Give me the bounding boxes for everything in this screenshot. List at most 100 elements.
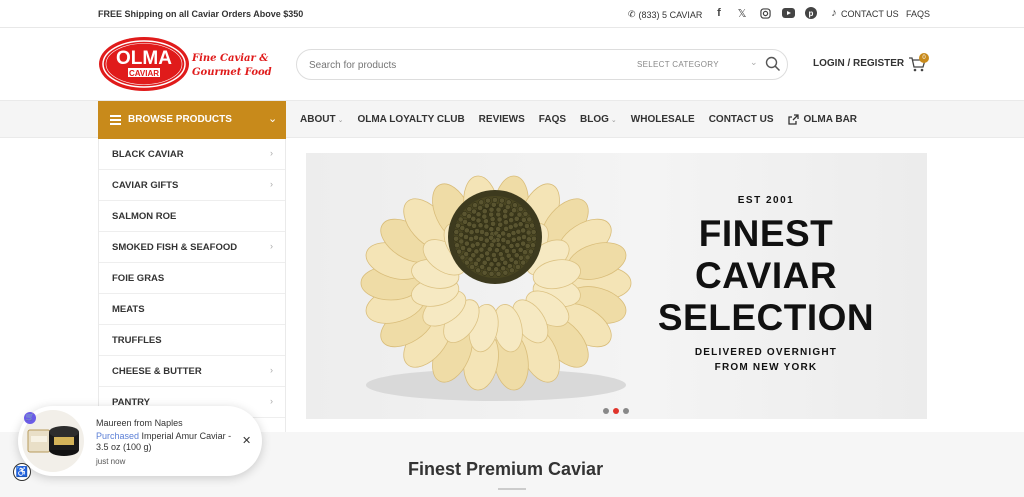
nav-olma-bar-label: OLMA BAR (803, 114, 858, 125)
shipping-notice: FREE Shipping on all Caviar Orders Above… (98, 9, 304, 19)
facebook-icon[interactable]: f (712, 6, 726, 20)
popup-from: from (134, 418, 153, 428)
search-input[interactable] (309, 56, 609, 74)
chevron-right-icon: › (270, 179, 273, 189)
sidebar-item-smoked-fish[interactable]: SMOKED FISH & SEAFOOD › (99, 232, 285, 263)
chevron-down-icon: ⌄ (610, 116, 617, 124)
hero-line-1: FINEST (698, 213, 834, 254)
popup-city: Naples (154, 418, 183, 428)
popup-customer: Maureen (96, 418, 132, 428)
nav-contact-us[interactable]: CONTACT US (709, 114, 774, 125)
site-header: OLMA CAVIAR Fine Caviar & Gourmet Food S… (0, 28, 1024, 100)
hero-sub-1: DELIVERED OVERNIGHT (694, 347, 838, 358)
login-register-link[interactable]: LOGIN / REGISTER (813, 58, 904, 69)
chevron-right-icon: › (270, 365, 273, 375)
section-title: Finest Premium Caviar (408, 459, 604, 479)
sidebar-item-caviar-gifts[interactable]: CAVIAR GIFTS › (99, 170, 285, 201)
pinterest-icon[interactable]: p (804, 6, 818, 20)
close-icon[interactable]: ✕ (242, 434, 251, 447)
accessibility-icon[interactable]: ♿ (13, 463, 31, 481)
recent-purchase-popup[interactable]: 🛒 Maureen from Naples Purchased Imperial… (18, 406, 262, 476)
phone-link[interactable]: ✆ (833) 5 CAVIAR (628, 9, 702, 20)
cart-button[interactable]: 0 (908, 53, 929, 74)
nav-reviews[interactable]: REVIEWS (479, 114, 525, 125)
nav-about[interactable]: ABOUT ⌄ (300, 114, 343, 125)
nav-about-label: ABOUT (300, 114, 336, 125)
hero-sub-2: FROM NEW YORK (714, 362, 818, 373)
olma-logo[interactable]: OLMA CAVIAR (98, 36, 190, 92)
main-nav: BROWSE PRODUCTS ⌄ ABOUT ⌄ OLMA LOYALTY CL… (0, 100, 1024, 139)
popup-customer-line: Maureen from Naples (96, 418, 183, 428)
sidebar-item-foie-gras[interactable]: FOIE GRAS (99, 263, 285, 294)
nav-contact-label: CONTACT US (708, 114, 774, 125)
sidebar-item-black-caviar[interactable]: BLACK CAVIAR › (99, 139, 285, 170)
hero-banner[interactable]: EST 2001 FINEST CAVIAR SELECTION DELIVER… (306, 153, 927, 419)
cart-count-badge: 0 (919, 53, 929, 63)
hero-text: EST 2001 FINEST CAVIAR SELECTION DELIVER… (646, 153, 886, 419)
hero-line-3: SELECTION (657, 297, 875, 338)
chevron-right-icon: › (270, 396, 273, 406)
top-contact-link[interactable]: CONTACT US (841, 9, 899, 19)
social-links: f 𝕏 p ♪ (712, 6, 841, 20)
sidebar-item-label: TRUFFLES (112, 335, 162, 346)
svg-text:p: p (809, 9, 814, 18)
slider-dot[interactable] (613, 408, 619, 414)
logo-subtext: CAVIAR (129, 69, 159, 78)
search-bar: SELECT CATEGORY ⌄ (296, 49, 788, 80)
sidebar-item-label: SMOKED FISH & SEAFOOD (112, 242, 238, 253)
sidebar-item-label: SALMON ROE (112, 211, 177, 222)
nav-olma-bar[interactable]: OLMA BAR (787, 114, 858, 125)
nav-loyalty-label: OLMA LOYALTY CLUB (357, 114, 465, 125)
nav-blog-label: BLOG (580, 114, 609, 125)
nav-wholesale[interactable]: WHOLESALE (631, 114, 695, 125)
nav-loyalty-club[interactable]: OLMA LOYALTY CLUB (357, 114, 464, 125)
sidebar-item-label: FOIE GRAS (112, 273, 165, 284)
slider-dot[interactable] (623, 408, 629, 414)
popup-purchased: Purchased (96, 431, 140, 441)
tiktok-icon[interactable]: ♪ (827, 6, 841, 20)
phone-number: (833) 5 CAVIAR (638, 9, 703, 20)
chevron-down-icon: ⌄ (750, 57, 758, 67)
popup-product-line: Purchased Imperial Amur Caviar - 3.5 oz … (96, 431, 236, 453)
chevron-down-icon: ⌄ (337, 116, 344, 124)
search-icon[interactable] (765, 56, 781, 72)
logo-text: OLMA (116, 48, 172, 69)
sidebar-item-label: CHEESE & BUTTER (112, 366, 202, 377)
caviar-dish-image (360, 175, 632, 401)
hero-line-2: CAVIAR (694, 255, 838, 296)
chevron-down-icon: ⌄ (268, 113, 278, 125)
slider-dot[interactable] (603, 408, 609, 414)
nav-faqs[interactable]: FAQS (539, 114, 566, 125)
top-bar: FREE Shipping on all Caviar Orders Above… (0, 0, 1024, 28)
logo-tagline: Fine Caviar & Gourmet Food (192, 52, 272, 80)
instagram-icon[interactable] (758, 6, 772, 20)
browse-products-label: BROWSE PRODUCTS (128, 114, 232, 125)
nav-faqs-label: FAQS (538, 114, 567, 125)
external-link-icon (787, 114, 799, 125)
sidebar-item-salmon-roe[interactable]: SALMON ROE (99, 201, 285, 232)
chevron-right-icon: › (270, 241, 273, 251)
nav-blog[interactable]: BLOG ⌄ (580, 114, 617, 125)
x-icon[interactable]: 𝕏 (735, 6, 749, 20)
sidebar-item-truffles[interactable]: TRUFFLES (99, 325, 285, 356)
hero-est: EST 2001 (737, 195, 795, 206)
sidebar-item-meats[interactable]: MEATS (99, 294, 285, 325)
category-select[interactable]: SELECT CATEGORY (637, 60, 719, 69)
youtube-icon[interactable] (781, 6, 795, 20)
tagline-line-1: Fine Caviar & (192, 53, 269, 64)
nav-wholesale-label: WHOLESALE (630, 114, 695, 125)
browse-products-button[interactable]: BROWSE PRODUCTS ⌄ (98, 101, 286, 139)
phone-icon: ✆ (628, 9, 636, 19)
slider-dots (603, 408, 629, 414)
sidebar-item-label: BLACK CAVIAR (112, 149, 184, 160)
top-faqs-link[interactable]: FAQS (906, 9, 930, 19)
section-divider (498, 488, 526, 490)
sidebar-item-label: CAVIAR GIFTS (112, 180, 179, 191)
cart-icon: 🛒 (24, 412, 36, 424)
hamburger-icon (110, 115, 121, 125)
nav-links: ABOUT ⌄ OLMA LOYALTY CLUB REVIEWS FAQS BL… (300, 114, 857, 125)
nav-reviews-label: REVIEWS (478, 114, 525, 125)
sidebar-item-cheese-butter[interactable]: CHEESE & BUTTER › (99, 356, 285, 387)
sidebar-item-label: MEATS (112, 304, 145, 315)
tagline-line-2: Gourmet Food (192, 67, 272, 78)
